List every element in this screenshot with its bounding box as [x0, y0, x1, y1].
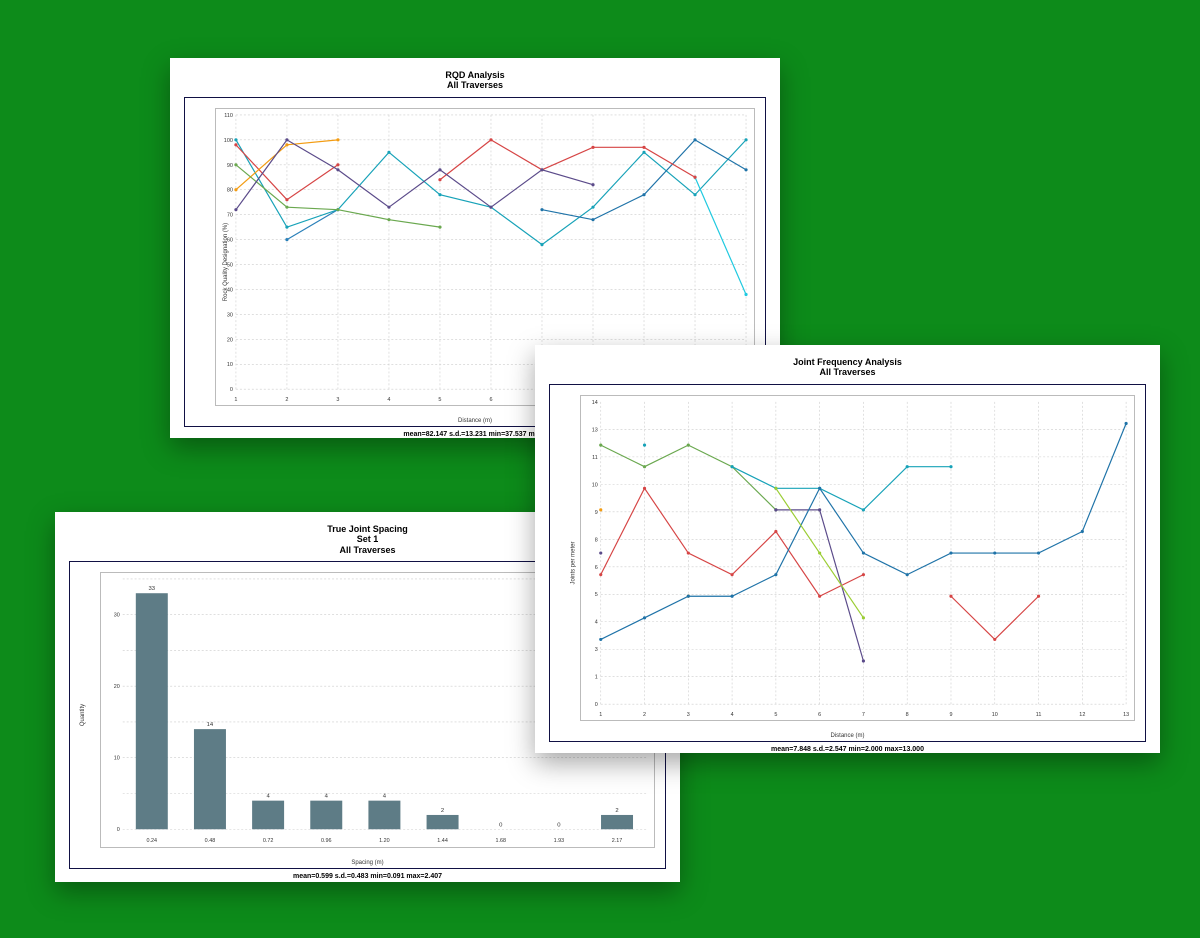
svg-text:3: 3: [336, 397, 339, 403]
svg-text:100: 100: [224, 138, 233, 144]
svg-text:6: 6: [818, 712, 821, 718]
svg-text:14: 14: [207, 722, 214, 728]
svg-text:11: 11: [592, 455, 598, 461]
svg-text:2: 2: [643, 712, 646, 718]
svg-text:12: 12: [1079, 712, 1085, 718]
svg-text:0: 0: [499, 822, 503, 828]
jf-xlabel: Distance (m): [830, 733, 864, 739]
jf-plot-inner: 013456891011131412345678910111213: [580, 395, 1135, 721]
svg-text:2: 2: [285, 397, 288, 403]
svg-text:50: 50: [227, 262, 233, 268]
svg-text:1: 1: [595, 674, 598, 680]
svg-text:2: 2: [615, 808, 618, 814]
svg-text:9: 9: [595, 510, 598, 516]
jf-panel: Joint Frequency Analysis All Traverses J…: [535, 345, 1160, 753]
svg-text:5: 5: [438, 397, 441, 403]
svg-text:4: 4: [325, 794, 329, 800]
svg-text:13: 13: [1123, 712, 1129, 718]
svg-text:10: 10: [227, 362, 233, 368]
tjs-xlabel: Spacing (m): [351, 860, 383, 866]
svg-text:1: 1: [599, 712, 602, 718]
svg-text:4: 4: [383, 794, 387, 800]
svg-text:9: 9: [949, 712, 952, 718]
jf-ylabel: Joints per meter: [571, 541, 577, 584]
svg-text:0.72: 0.72: [263, 838, 274, 844]
jf-title-line2: All Traverses: [549, 367, 1146, 377]
svg-text:14: 14: [592, 400, 598, 406]
svg-text:0: 0: [595, 702, 598, 708]
svg-text:0.96: 0.96: [321, 838, 332, 844]
svg-text:0: 0: [230, 387, 233, 393]
svg-text:4: 4: [595, 619, 598, 625]
svg-text:8: 8: [906, 712, 909, 718]
svg-text:110: 110: [224, 113, 233, 119]
svg-text:0.48: 0.48: [205, 838, 216, 844]
svg-text:20: 20: [227, 337, 233, 343]
svg-text:5: 5: [774, 712, 777, 718]
jf-stats: mean=7.848 s.d.=2.547 min=2.000 max=13.0…: [549, 746, 1146, 753]
svg-text:70: 70: [227, 212, 233, 218]
svg-text:30: 30: [227, 312, 233, 318]
svg-text:2.17: 2.17: [612, 838, 623, 844]
svg-text:60: 60: [227, 237, 233, 243]
svg-text:1.20: 1.20: [379, 838, 390, 844]
jf-title: Joint Frequency Analysis All Traverses: [549, 357, 1146, 378]
svg-text:10: 10: [114, 756, 120, 762]
tjs-ylabel: Quantity: [80, 704, 86, 726]
svg-text:33: 33: [149, 586, 156, 592]
svg-text:4: 4: [387, 397, 390, 403]
svg-text:11: 11: [1036, 712, 1042, 718]
svg-text:2: 2: [441, 808, 444, 814]
rqd-title-line2: All Traverses: [184, 80, 766, 90]
svg-text:0: 0: [557, 822, 561, 828]
svg-text:6: 6: [595, 564, 598, 570]
rqd-xlabel: Distance (m): [458, 418, 492, 424]
svg-text:1.93: 1.93: [554, 838, 565, 844]
svg-text:30: 30: [114, 613, 120, 619]
tjs-stats: mean=0.599 s.d.=0.483 min=0.091 max=2.40…: [69, 873, 666, 880]
rqd-title-line1: RQD Analysis: [445, 70, 504, 80]
svg-text:8: 8: [595, 537, 598, 543]
svg-text:20: 20: [114, 684, 120, 690]
svg-text:3: 3: [687, 712, 690, 718]
svg-text:4: 4: [731, 712, 734, 718]
svg-text:1.68: 1.68: [495, 838, 506, 844]
jf-title-line1: Joint Frequency Analysis: [793, 357, 902, 367]
svg-text:5: 5: [595, 592, 598, 598]
svg-text:7: 7: [862, 712, 865, 718]
svg-text:80: 80: [227, 187, 233, 193]
svg-text:1.44: 1.44: [437, 838, 448, 844]
svg-text:0.24: 0.24: [147, 838, 158, 844]
svg-text:90: 90: [227, 162, 233, 168]
svg-text:3: 3: [595, 647, 598, 653]
svg-text:0: 0: [117, 827, 120, 833]
rqd-title: RQD Analysis All Traverses: [184, 70, 766, 91]
svg-text:4: 4: [266, 794, 270, 800]
svg-text:10: 10: [592, 482, 598, 488]
jf-svg: 013456891011131412345678910111213: [581, 396, 1134, 720]
tjs-title-line1: True Joint Spacing: [327, 524, 408, 534]
svg-text:1: 1: [234, 397, 237, 403]
svg-text:13: 13: [592, 427, 598, 433]
jf-plot: Joints per meter Distance (m) 0134568910…: [549, 384, 1146, 742]
svg-text:10: 10: [992, 712, 998, 718]
svg-text:6: 6: [489, 397, 492, 403]
svg-text:40: 40: [227, 287, 233, 293]
